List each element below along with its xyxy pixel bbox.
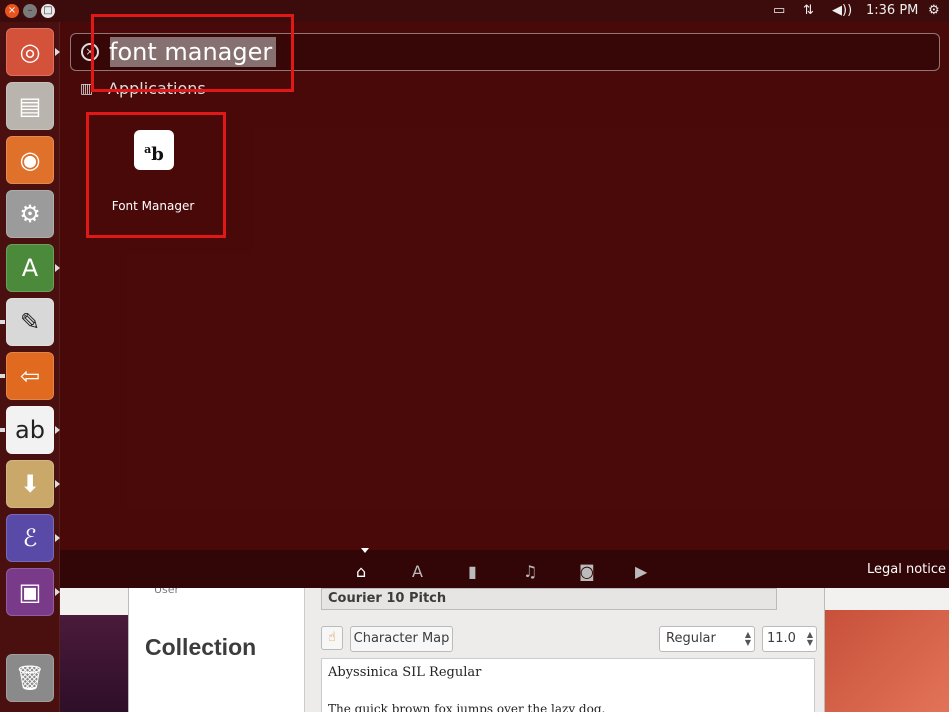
- active-indicator: [55, 588, 60, 596]
- active-indicator: [55, 426, 60, 434]
- hand-icon[interactable]: ☝: [321, 626, 343, 650]
- active-indicator: [55, 534, 60, 542]
- size-value: 11.0: [767, 631, 796, 646]
- running-indicator: [0, 374, 5, 378]
- active-indicator: [55, 264, 60, 272]
- style-select[interactable]: Regular ▲ ▼: [659, 626, 755, 652]
- font-preview: Abyssinica SIL Regular The quick brown f…: [321, 658, 815, 712]
- font-manager-window: User Collection Courier 10 Pitch ☝ Chara…: [128, 583, 825, 712]
- launcher-item-text-editor[interactable]: ✎: [6, 298, 54, 346]
- launcher-item-files[interactable]: ▤: [6, 82, 54, 130]
- active-indicator: [55, 480, 60, 488]
- close-button[interactable]: ×: [5, 4, 19, 18]
- spin-arrows-icon: ▲ ▼: [806, 630, 813, 647]
- ubuntu-logo-icon: ◎: [19, 38, 41, 66]
- volume-icon[interactable]: ◀)): [832, 3, 852, 18]
- preview-font-name: Abyssinica SIL Regular: [328, 665, 482, 680]
- settings-wrench-icon: ⚙: [19, 200, 41, 228]
- running-indicator: [0, 428, 5, 432]
- arrow-left-icon: ⇦: [19, 362, 41, 390]
- gear-icon[interactable]: ⚙: [928, 3, 940, 18]
- trash-icon: 🗑: [14, 664, 46, 692]
- launcher-item-backups[interactable]: ⇦: [6, 352, 54, 400]
- maximize-button[interactable]: □: [41, 4, 55, 18]
- legal-notice-link[interactable]: Legal notice: [867, 562, 946, 577]
- font-manager-icon: ab: [15, 416, 45, 444]
- network-icon[interactable]: ⇅: [803, 3, 814, 18]
- camera-icon[interactable]: ◙: [579, 562, 595, 581]
- music-icon[interactable]: ♫: [523, 562, 537, 581]
- fm-sidebar: User Collection: [129, 583, 305, 712]
- launcher-item-font-manager[interactable]: ab: [6, 406, 54, 454]
- emacs-icon: ℰ: [22, 524, 38, 552]
- launcher-item-emacs[interactable]: ℰ: [6, 514, 54, 562]
- fm-selected-font[interactable]: Courier 10 Pitch: [321, 588, 777, 610]
- firefox-icon: ◉: [19, 146, 41, 174]
- update-icon: A: [21, 254, 39, 282]
- active-lens-indicator: [361, 548, 369, 553]
- style-value: Regular: [666, 631, 716, 646]
- minimize-button[interactable]: –: [23, 4, 37, 18]
- character-map-button[interactable]: Character Map: [350, 626, 453, 652]
- launcher-item-downloads[interactable]: ⬇: [6, 460, 54, 508]
- desktop-wallpaper: [824, 610, 949, 712]
- text-editor-icon: ✎: [19, 308, 41, 336]
- background-window-edge: [60, 615, 128, 712]
- launcher-item-system-settings[interactable]: ⚙: [6, 190, 54, 238]
- size-spinner[interactable]: 11.0 ▲ ▼: [762, 626, 817, 652]
- launcher: ◎ ▤ ◉ ⚙ A ✎ ⇦ ab ⬇ ℰ ▣ 🗑: [0, 22, 60, 712]
- applications-icon[interactable]: A: [412, 562, 423, 581]
- launcher-item-firefox[interactable]: ◉: [6, 136, 54, 184]
- video-icon[interactable]: ▶: [635, 562, 647, 581]
- preview-sample-text: The quick brown fox jumps over the lazy …: [328, 702, 606, 712]
- clock[interactable]: 1:36 PM: [866, 3, 918, 18]
- launcher-item-trash[interactable]: 🗑: [6, 654, 54, 702]
- launcher-item-dash-home[interactable]: ◎: [6, 28, 54, 76]
- home-icon[interactable]: ⌂: [356, 562, 366, 581]
- monitor-icon: ▣: [18, 578, 42, 606]
- fm-toolbar: ☝ Character Map Regular ▲ ▼ 11.0 ▲ ▼: [321, 626, 821, 652]
- highlight-search: [91, 14, 294, 92]
- file-icon[interactable]: ▮: [468, 562, 477, 581]
- battery-icon[interactable]: ▭: [773, 3, 785, 18]
- running-indicator: [0, 320, 5, 324]
- highlight-result: [86, 112, 226, 238]
- chevron-updown-icon: ▲ ▼: [744, 630, 751, 647]
- lens-bar: [60, 550, 949, 588]
- active-indicator: [55, 48, 60, 56]
- launcher-item-update-manager[interactable]: A: [6, 244, 54, 292]
- fm-collection-heading: Collection: [145, 634, 257, 660]
- dash-overlay: [60, 22, 949, 588]
- archive-download-icon: ⬇: [19, 470, 41, 498]
- launcher-item-system-monitor[interactable]: ▣: [6, 568, 54, 616]
- file-cabinet-icon: ▤: [18, 92, 42, 120]
